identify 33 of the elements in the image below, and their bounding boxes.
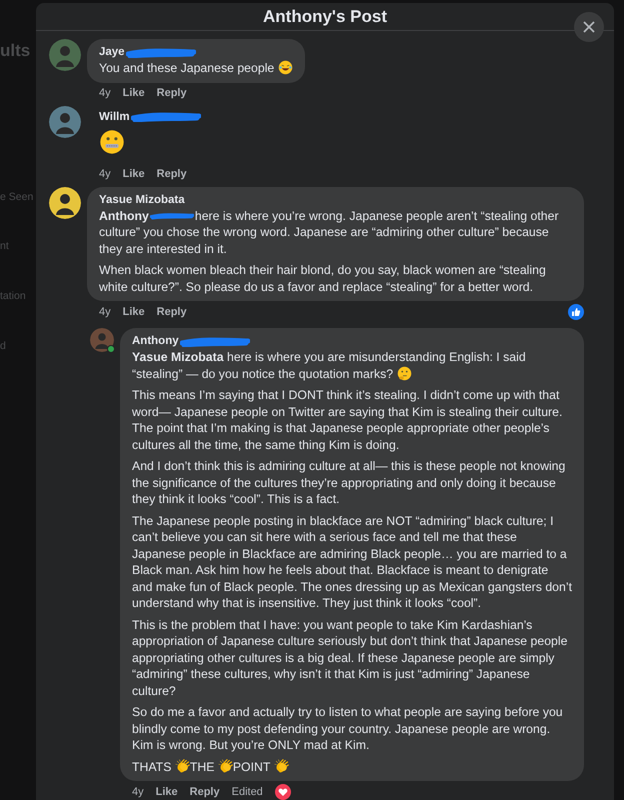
edited-label: Edited (232, 785, 263, 799)
comment-author[interactable]: Jaye (99, 45, 125, 60)
comment-time[interactable]: 4y (99, 166, 111, 180)
background-text: nt (0, 239, 9, 254)
like-link[interactable]: Like (156, 785, 178, 799)
comment-time[interactable]: 4y (99, 86, 111, 100)
background-text: d (0, 338, 6, 354)
reply-link[interactable]: Reply (156, 166, 187, 180)
like-link[interactable]: Like (122, 305, 145, 319)
comment-text: Anthony here is where you’re wrong. Japanese people aren’t “stealing other culture” you chose the wrong word. Japanese are “admiring other culture” because they are interested in it. (99, 208, 560, 257)
reply-link[interactable]: Reply (156, 305, 187, 319)
comment-text: This means I’m saying that I DONT think it’s stealing. I didn’t come up with that word— Japanese people on Twitter are saying that Kim is stealing their culture. The point that I’m making is that Japanese people appropriate other people’s cultures all the time, the same thing Kim is doing. (132, 387, 564, 453)
comment-author[interactable]: Yasue Mizobata (99, 192, 185, 208)
comment-time[interactable]: 4y (132, 785, 144, 799)
background-text: ults (0, 40, 30, 62)
comment-text: When black women bleach their hair blond, do you say, black women are “stealing white culture?”. So please do us a favor and replace “stealing” for a better word. (99, 262, 547, 295)
reply-link[interactable]: Reply (190, 785, 220, 799)
comment-text: THATS THE POINT (132, 758, 572, 775)
background-text: tation (0, 289, 26, 304)
comment-text: This is the problem that I have: you want people to take Kim Kardashian’s appropriation of Japanese culture seriously but don’t think that Japanese people appropriating other cultures is a big deal. If these Japanese people are simply “admiring” these cultures, why isn’t it that Kim is just “admiring” Japanese culture? (132, 616, 568, 699)
comment-text: And I don’t think this is admiring culture at all— this is these people not knowing the significance of the cultures they’re appropriating and only doing it because they think it looks “cool”. This is a fact. (132, 458, 566, 508)
comment-text: The Japanese people posting in blackface are NOT “admiring” black culture; I can’t believe you can sit here with a serious face and tell me that these Japanese people in Blackface are admiring Black people… you are married to a Black man. Ask him how he feels about that. Blackface is meant to denigrate and make fun of Black people. The ones dressing up as Mexican gangsters don’t understand why that is insensitive. They just think it looks “cool”. (132, 512, 572, 612)
comment-author[interactable]: Anthony (132, 334, 179, 349)
like-link[interactable]: Like (122, 166, 145, 180)
like-link[interactable]: Like (122, 86, 145, 100)
comment-author[interactable]: Willm (99, 110, 130, 124)
comment-text: You and these Japanese people (99, 60, 293, 76)
comment-time[interactable]: 4y (99, 305, 111, 319)
background-text: e Seen (0, 190, 34, 204)
reply-link[interactable]: Reply (156, 86, 187, 100)
comment-text: Yasue Mizobata here is where you are misunderstanding English: I said “stealing” — do you notice the quotation marks? (132, 349, 527, 382)
comment-text: So do me a favor and actually try to listen to what people are saying before you blindly come to my post defending your country. Japanese people are wrong. Kim is wrong. But you’re ONLY mad at Kim. (132, 704, 564, 754)
dialog-title: Anthony's Post (263, 6, 387, 28)
